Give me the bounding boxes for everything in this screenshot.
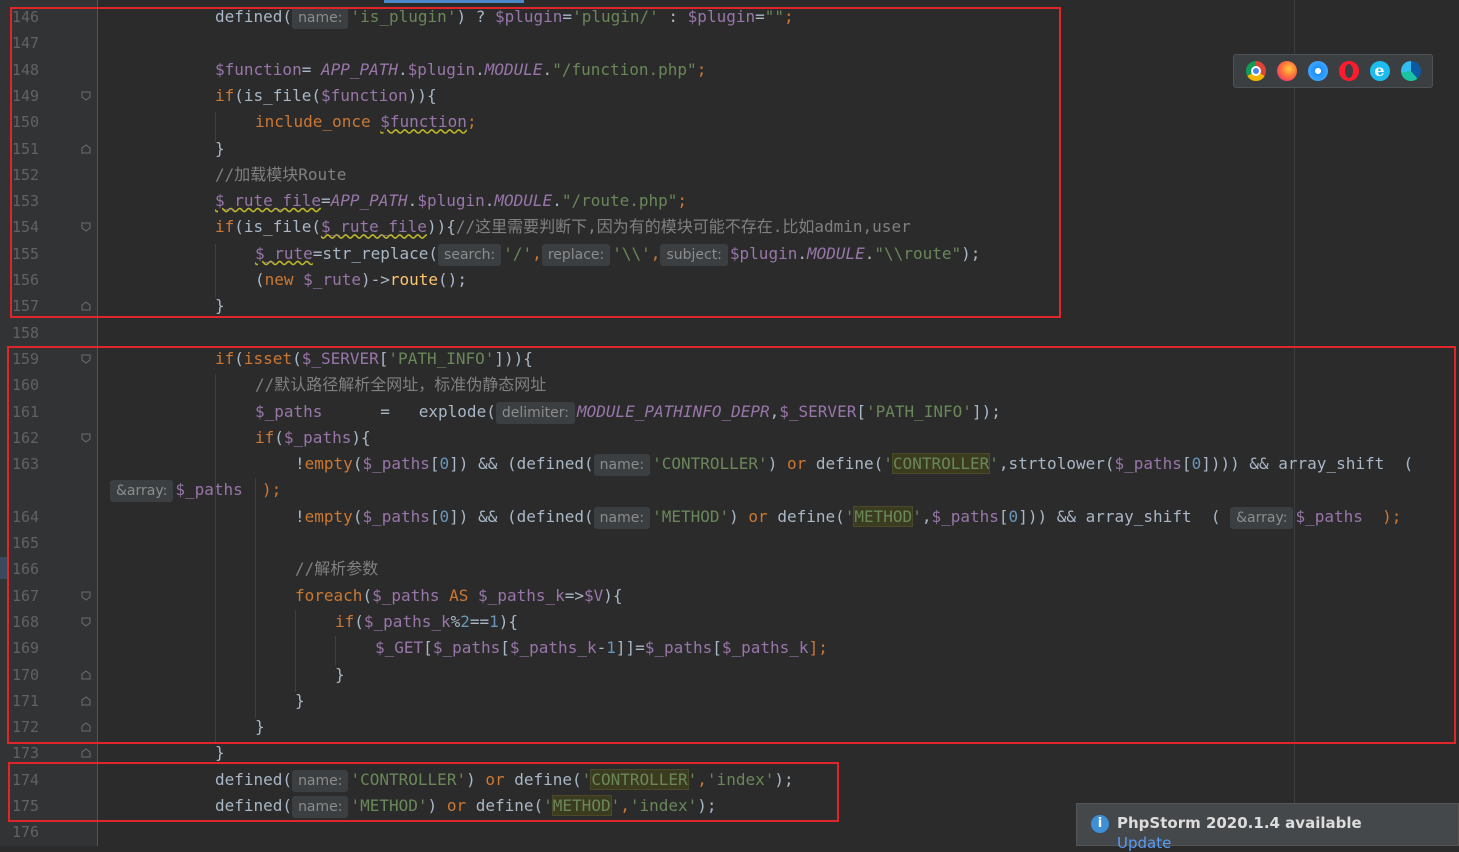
ie-icon[interactable]: e	[1369, 61, 1390, 81]
code-line[interactable]: 158	[0, 320, 1459, 346]
edge-icon[interactable]	[1400, 61, 1421, 81]
annotation-box-defaults	[8, 762, 839, 822]
update-notification[interactable]: i PhpStorm 2020.1.4 available Update	[1076, 803, 1459, 852]
fold-end-icon[interactable]	[81, 748, 91, 758]
annotation-box-plugin	[10, 7, 1061, 318]
firefox-icon[interactable]	[1276, 61, 1297, 81]
notification-title: PhpStorm 2020.1.4 available	[1117, 814, 1362, 832]
line-number: 176	[12, 823, 40, 842]
line-number: 158	[12, 323, 40, 342]
info-icon: i	[1091, 815, 1109, 833]
browser-preview-toolbar: e	[1233, 54, 1433, 88]
safari-icon[interactable]	[1307, 61, 1328, 81]
code-token: }	[215, 743, 225, 763]
update-link[interactable]: Update	[1117, 834, 1171, 852]
annotation-box-pathinfo	[7, 346, 1456, 744]
chrome-icon[interactable]	[1245, 61, 1266, 81]
opera-icon[interactable]	[1338, 61, 1359, 81]
